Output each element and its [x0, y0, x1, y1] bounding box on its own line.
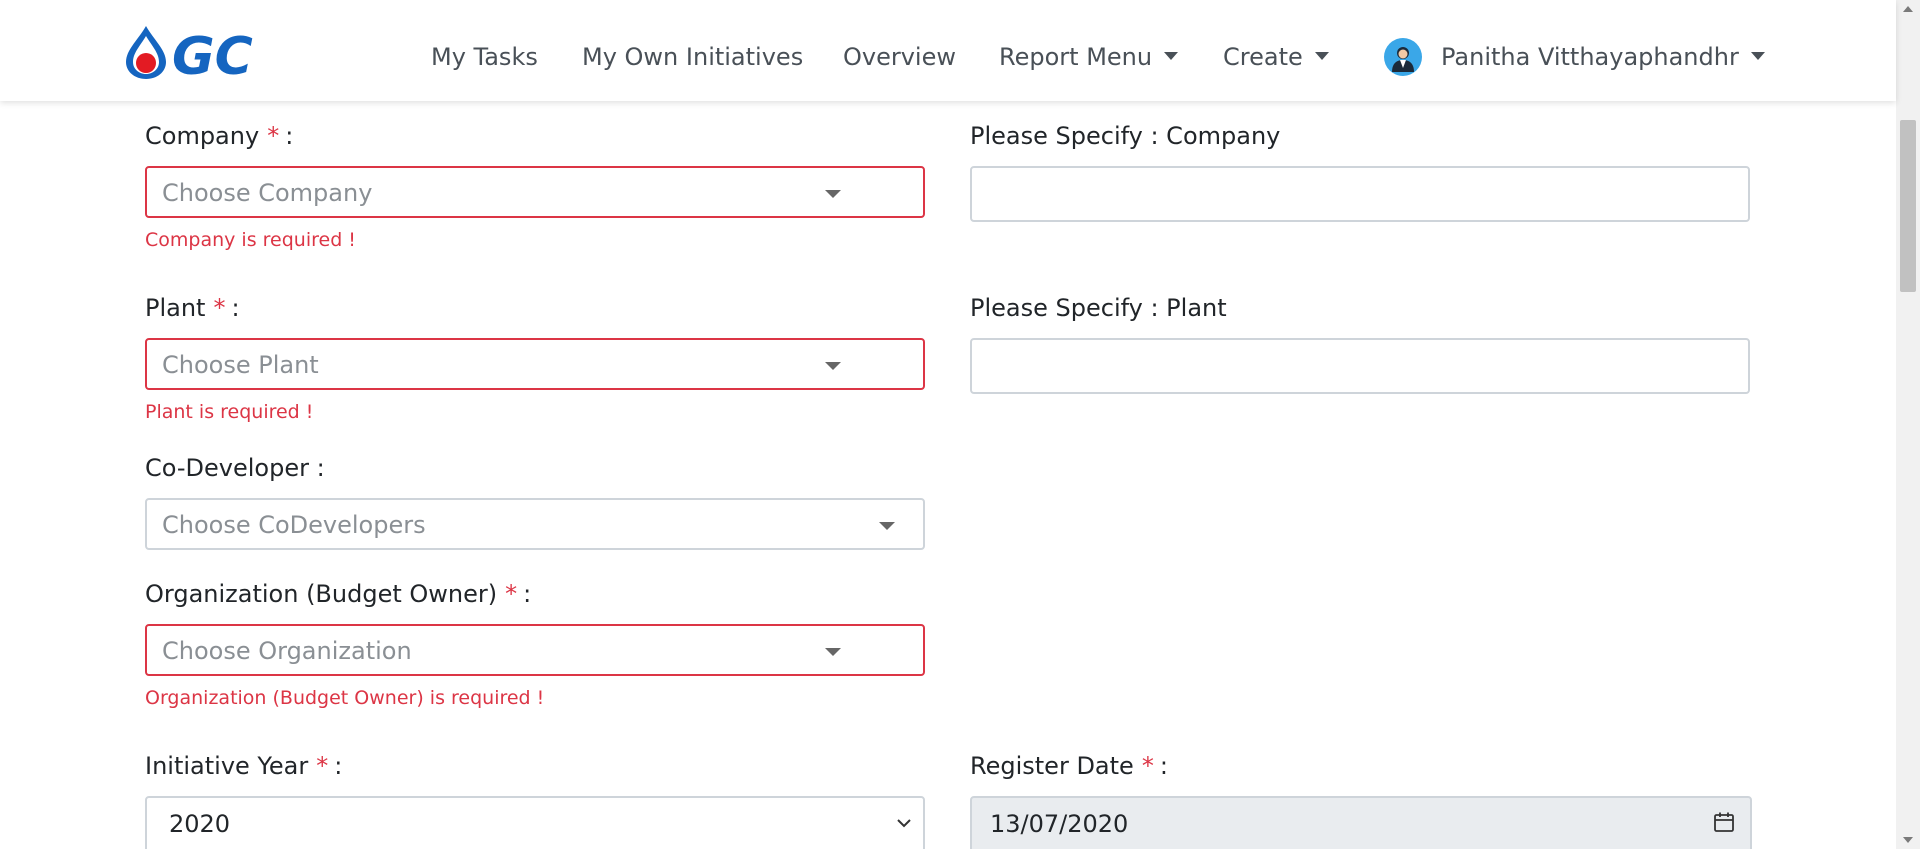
caret-down-icon — [825, 648, 841, 656]
required-mark: * — [1141, 752, 1154, 780]
label-colon: : — [334, 752, 343, 780]
nav-my-own-initiatives[interactable]: My Own Initiatives — [582, 40, 803, 74]
nav-overview[interactable]: Overview — [843, 40, 956, 74]
co-developer-label: Co-Developer : — [145, 454, 325, 482]
plant-label: Plant *: — [145, 292, 240, 324]
required-mark: * — [267, 122, 280, 150]
label-colon: : — [231, 294, 240, 322]
initiative-year-label-text: Initiative Year — [145, 752, 309, 780]
required-mark: * — [316, 752, 329, 780]
label-colon: : — [523, 580, 532, 608]
user-menu[interactable]: Panitha Vitthayaphandhr — [1441, 40, 1765, 74]
top-navbar: GC My Tasks My Own Initiatives Overview … — [0, 0, 1896, 101]
label-colon: : — [1159, 752, 1168, 780]
specify-plant-label: Please Specify : Plant — [970, 294, 1227, 322]
chevron-down-icon — [1750, 52, 1765, 60]
user-name: Panitha Vitthayaphandhr — [1441, 43, 1739, 71]
co-developer-placeholder: Choose CoDevelopers — [162, 511, 426, 539]
organization-label-text: Organization (Budget Owner) — [145, 580, 498, 608]
plant-error: Plant is required ! — [145, 401, 314, 423]
nav-create[interactable]: Create — [1223, 40, 1329, 74]
register-date-label-text: Register Date — [970, 752, 1134, 780]
page-scrollbar[interactable] — [1896, 0, 1920, 849]
organization-error: Organization (Budget Owner) is required … — [145, 687, 545, 709]
initiative-year-select[interactable]: 2020 — [145, 796, 925, 849]
register-date-value: 13/07/2020 — [990, 810, 1129, 838]
required-mark: * — [213, 294, 226, 322]
caret-down-icon — [879, 522, 895, 530]
plant-placeholder: Choose Plant — [162, 351, 319, 379]
nav-report-menu-label: Report Menu — [999, 43, 1153, 71]
specify-plant-input[interactable] — [970, 338, 1750, 394]
scroll-up-icon[interactable] — [1903, 6, 1913, 12]
company-label: Company *: — [145, 120, 293, 152]
label-colon: : — [285, 122, 294, 150]
specify-company-input[interactable] — [970, 166, 1750, 222]
plant-label-text: Plant — [145, 294, 206, 322]
nav-my-tasks[interactable]: My Tasks — [431, 40, 538, 74]
chevron-down-icon — [1314, 52, 1329, 60]
scrollbar-thumb[interactable] — [1900, 120, 1916, 292]
company-label-text: Company — [145, 122, 260, 150]
organization-placeholder: Choose Organization — [162, 637, 412, 665]
specify-company-label: Please Specify : Company — [970, 122, 1281, 150]
initiative-year-value: 2020 — [169, 810, 231, 838]
chevron-down-icon — [897, 819, 911, 828]
gc-logo[interactable]: GC — [124, 22, 292, 80]
company-select[interactable]: Choose Company — [145, 166, 925, 218]
scroll-down-icon[interactable] — [1903, 837, 1913, 843]
register-date-label: Register Date *: — [970, 750, 1168, 782]
user-avatar-icon[interactable] — [1384, 38, 1422, 76]
caret-down-icon — [825, 362, 841, 370]
nav-create-label: Create — [1223, 43, 1303, 71]
plant-select[interactable]: Choose Plant — [145, 338, 925, 390]
co-developer-select[interactable]: Choose CoDevelopers — [145, 498, 925, 550]
initiative-year-label: Initiative Year *: — [145, 750, 342, 782]
chevron-down-icon — [1164, 52, 1179, 60]
register-date-input[interactable]: 13/07/2020 — [970, 796, 1752, 849]
company-error: Company is required ! — [145, 229, 356, 251]
organization-select[interactable]: Choose Organization — [145, 624, 925, 676]
required-mark: * — [505, 580, 518, 608]
nav-report-menu[interactable]: Report Menu — [999, 40, 1179, 74]
organization-label: Organization (Budget Owner) *: — [145, 578, 531, 610]
caret-down-icon — [825, 190, 841, 198]
logo-text: GC — [172, 27, 253, 80]
company-placeholder: Choose Company — [162, 179, 373, 207]
calendar-icon[interactable] — [1712, 810, 1736, 834]
